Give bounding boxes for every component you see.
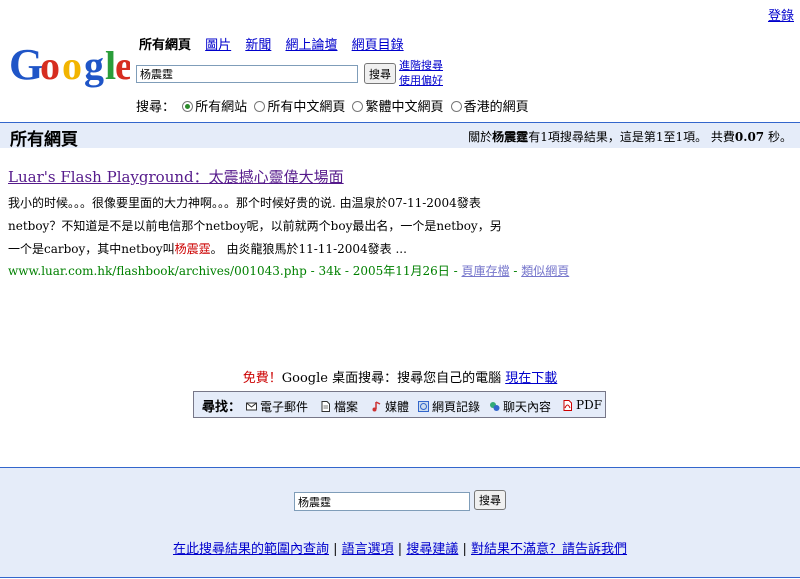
google-logo[interactable]: G o o g l e	[8, 36, 133, 94]
results-stats: 關於杨震霆有1項搜尋結果，這是第1至1項。 共費0.07 秒。	[468, 130, 792, 144]
results-title: 所有網頁	[10, 130, 78, 150]
vertical-tabs: 所有網頁 圖片 新聞 網上論壇 網頁目錄	[139, 34, 414, 53]
find-web-history[interactable]: 網頁記錄	[418, 398, 480, 415]
similar-pages-link[interactable]: 類似網頁	[521, 264, 569, 278]
radio-traditional[interactable]	[352, 101, 364, 112]
result-url: www.luar.com.hk/flashbook/archives/00104…	[8, 264, 570, 278]
language-tools-link[interactable]: 語言選項	[342, 542, 394, 557]
search-input[interactable]	[136, 65, 358, 83]
find-pdf[interactable]: PDF	[562, 398, 602, 412]
radio-chinese[interactable]	[254, 101, 266, 112]
scope-option-hongkong: 香港的網頁	[463, 100, 529, 115]
music-note-icon	[372, 401, 381, 412]
pdf-icon	[563, 399, 572, 411]
sign-in-link[interactable]: 登錄	[768, 5, 794, 24]
svg-text:o: o	[40, 43, 60, 88]
search-within-link[interactable]: 在此搜尋結果的範圍內查詢	[173, 542, 329, 557]
tab-directory[interactable]: 網頁目錄	[352, 38, 404, 53]
footer-search-input[interactable]	[294, 492, 470, 511]
cached-link[interactable]: 頁庫存檔	[461, 264, 509, 278]
scope-label: 搜尋：	[136, 100, 176, 115]
search-scope: 搜尋： 所有網站 所有中文網頁 繁體中文網頁 香港的網頁	[136, 96, 529, 115]
find-chats[interactable]: 聊天內容	[489, 398, 551, 415]
scope-option-all: 所有網站	[195, 100, 248, 115]
radio-hongkong[interactable]	[450, 101, 462, 112]
preferences-link[interactable]: 使用偏好	[399, 73, 443, 88]
svg-text:e: e	[115, 43, 130, 88]
find-label: 尋找：	[202, 400, 242, 415]
chat-icon	[490, 402, 500, 411]
results-bar: 所有網頁 關於杨震霆有1項搜尋結果，這是第1至1項。 共費0.07 秒。	[0, 122, 800, 150]
download-now-link[interactable]: 現在下載	[505, 371, 557, 386]
find-media[interactable]: 媒體	[371, 398, 409, 415]
search-tips-link[interactable]: 搜尋建議	[406, 542, 458, 557]
scope-option-chinese: 所有中文網頁	[267, 100, 346, 115]
tab-groups[interactable]: 網上論壇	[285, 38, 337, 53]
document-icon	[321, 401, 330, 412]
search-button[interactable]: 搜尋	[364, 63, 396, 84]
footer-search-button[interactable]: 搜尋	[474, 490, 506, 510]
tab-images[interactable]: 圖片	[205, 38, 231, 53]
desktop-promo: 免費！Google 桌面搜尋：搜尋您自己的電腦 現在下載	[242, 371, 558, 386]
find-files[interactable]: 檔案	[320, 398, 358, 415]
scope-option-traditional: 繁體中文網頁	[365, 100, 444, 115]
find-email[interactable]: 電子郵件	[246, 398, 308, 415]
tab-news[interactable]: 新聞	[245, 38, 271, 53]
footer-links: 在此搜尋結果的範圍內查詢 | 語言選項 | 搜尋建議 | 對結果不滿意？請告訴我…	[172, 542, 628, 557]
svg-text:o: o	[62, 43, 82, 88]
footer-search: 搜尋 在此搜尋結果的範圍內查詢 | 語言選項 | 搜尋建議 | 對結果不滿意？請…	[0, 467, 800, 578]
advanced-search-link[interactable]: 進階搜尋	[399, 58, 443, 73]
feedback-link[interactable]: 對結果不滿意？請告訴我們	[471, 542, 627, 557]
desktop-find-box: 尋找： 電子郵件 檔案 媒體 網頁記錄 聊天內容 PDF	[193, 391, 606, 418]
radio-all-sites[interactable]	[182, 101, 194, 112]
result-title-link[interactable]: Luar's Flash Playground：太震撼心靈偉大場面	[8, 166, 344, 187]
envelope-icon	[246, 402, 257, 411]
web-history-icon	[418, 401, 429, 412]
svg-text:g: g	[84, 43, 104, 88]
tab-all-web: 所有網頁	[139, 38, 192, 53]
result-snippet: 我小的时候。。。很像要里面的大力神啊。。。那个时候好贵的说. 由温泉於07-11…	[8, 196, 502, 256]
svg-text:G: G	[9, 40, 43, 89]
